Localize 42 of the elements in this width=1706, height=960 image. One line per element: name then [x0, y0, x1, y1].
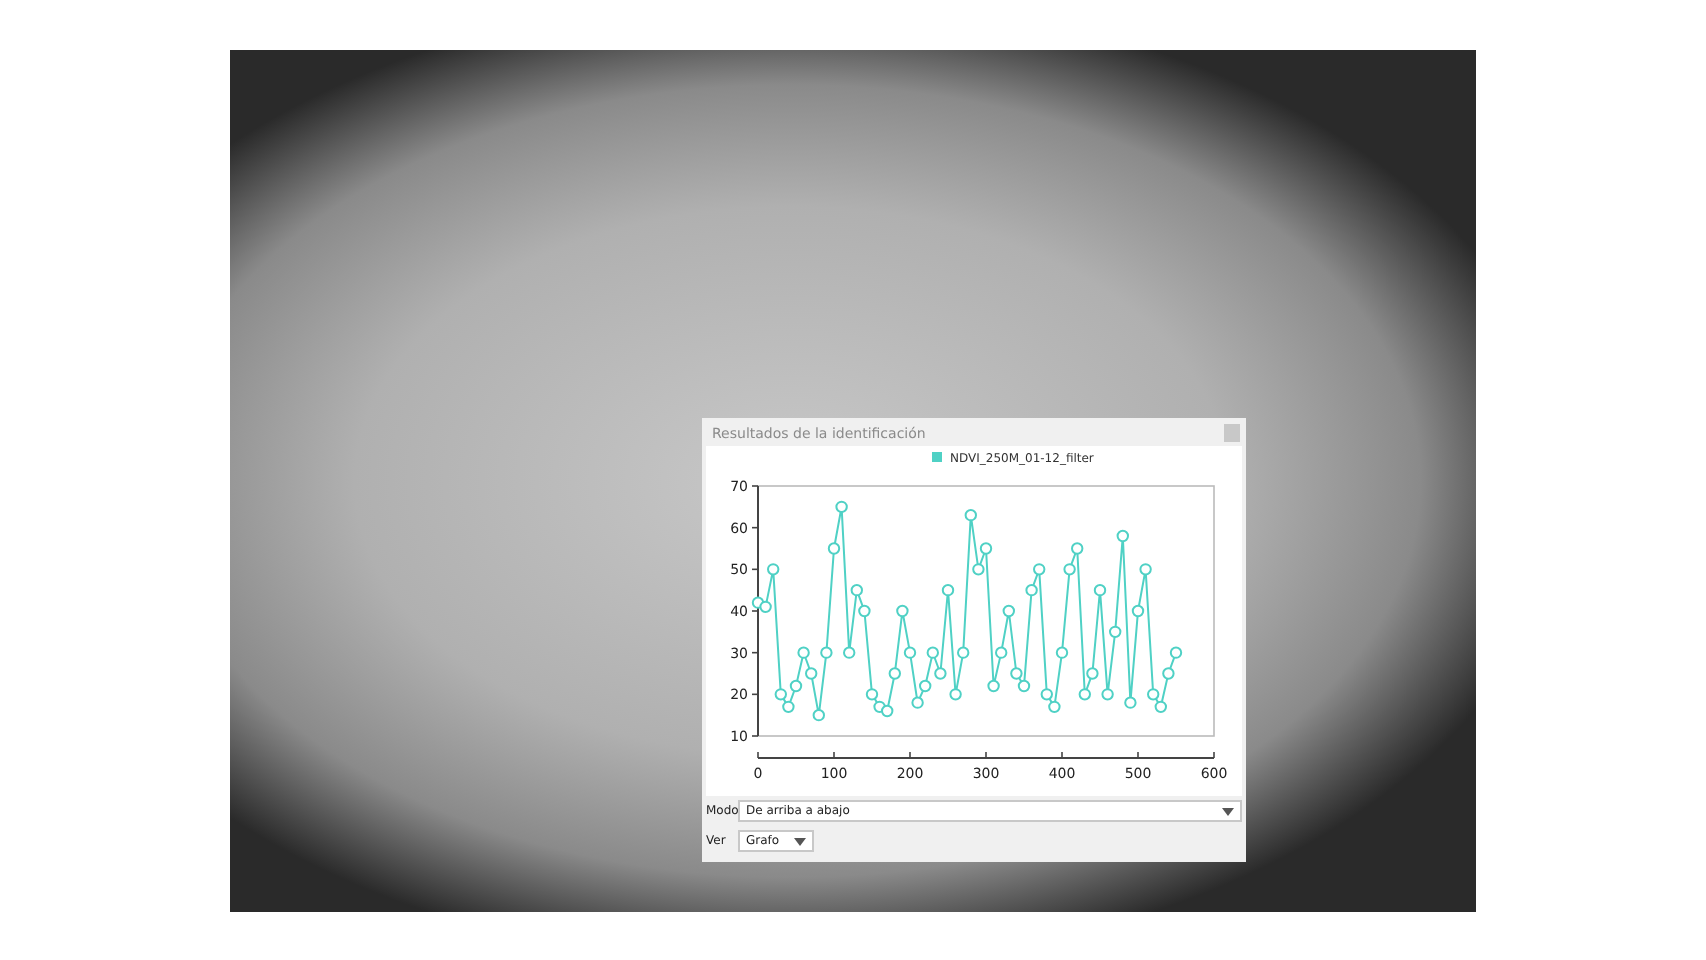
data-point — [1116, 529, 1129, 543]
data-point — [1033, 563, 1046, 576]
caret-icon — [1222, 807, 1234, 815]
data-point — [1078, 688, 1091, 701]
data-point — [1109, 625, 1122, 639]
data-point — [972, 563, 985, 576]
data-point — [941, 583, 955, 597]
data-point — [1086, 667, 1099, 680]
data-point — [987, 679, 1000, 693]
data-point — [1162, 667, 1175, 680]
data-point — [995, 646, 1008, 659]
data-point — [926, 646, 939, 659]
data-point — [1002, 604, 1015, 618]
data-point — [858, 604, 871, 618]
data-point — [827, 542, 841, 555]
data-point — [1101, 688, 1114, 701]
data-point — [1139, 563, 1152, 576]
data-point — [888, 667, 901, 680]
data-point — [1131, 604, 1145, 618]
data-point — [820, 646, 833, 659]
close-button[interactable] — [1224, 424, 1240, 442]
data-point — [1071, 542, 1084, 555]
data-point — [797, 646, 810, 659]
data-point — [850, 583, 863, 597]
data-point — [843, 646, 856, 659]
caret-icon — [794, 837, 806, 845]
data-point — [903, 646, 917, 659]
data-point — [1169, 646, 1183, 659]
data-point — [911, 696, 924, 709]
data-point — [964, 508, 977, 522]
data-point — [1063, 563, 1076, 576]
data-point — [767, 563, 780, 576]
data-point — [896, 604, 909, 618]
data-point — [957, 646, 970, 659]
data-point — [1025, 583, 1038, 597]
data-point — [949, 688, 962, 701]
data-point — [1055, 646, 1069, 659]
data-point — [835, 500, 848, 514]
data-point — [1124, 696, 1137, 709]
data-point — [1093, 583, 1107, 597]
data-point — [812, 708, 825, 722]
data-point — [979, 542, 993, 555]
